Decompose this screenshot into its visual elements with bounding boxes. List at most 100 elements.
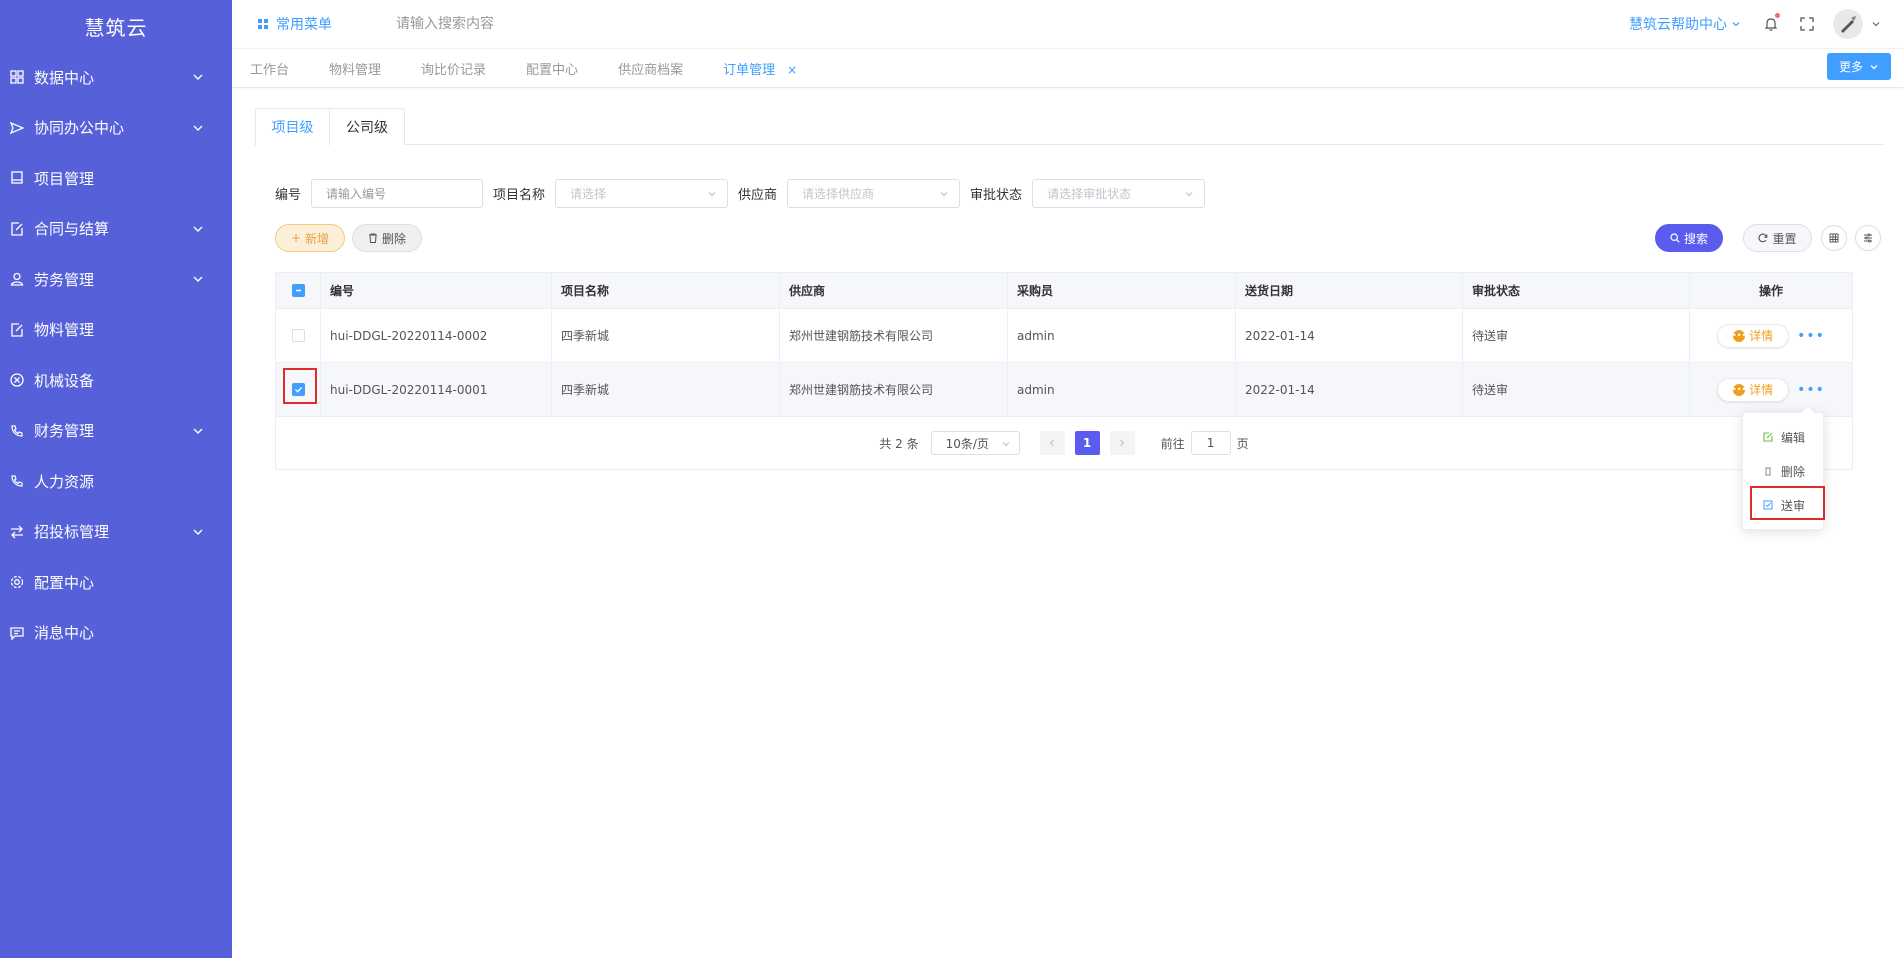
detail-button[interactable]: ••• 详情 bbox=[1717, 377, 1790, 402]
cell-status: 待送审 bbox=[1463, 363, 1690, 416]
chevron-down-icon bbox=[193, 74, 203, 81]
book-icon bbox=[10, 171, 24, 185]
project-label: 项目名称 bbox=[493, 187, 546, 203]
table-row[interactable]: hui-DDGL-20220114-0002 四季新城 郑州世建钢筋技术有限公司… bbox=[276, 309, 1852, 363]
code-input[interactable]: 请输入编号 bbox=[311, 178, 484, 208]
avatar[interactable] bbox=[1833, 9, 1863, 39]
message-icon bbox=[10, 626, 24, 640]
chevron-down-icon bbox=[193, 226, 203, 232]
level-tabs: 项目级 公司级 bbox=[255, 108, 1883, 146]
row-checkbox[interactable] bbox=[291, 329, 305, 342]
sidebar: 慧筑云 数据中心 协同办公中心 项目管理 合同与结算 劳务管理 物料管理 机械设… bbox=[0, 0, 232, 958]
highlight-box bbox=[1750, 486, 1825, 520]
status-select[interactable]: 请选择审批状态 bbox=[1032, 178, 1206, 208]
dashboard-icon bbox=[10, 70, 24, 84]
pagination: 共 2 条 10条/页 1 前往 1 页 bbox=[276, 417, 1852, 469]
column-header: 项目名称 bbox=[552, 273, 780, 308]
bell-icon[interactable] bbox=[1761, 13, 1781, 34]
chevron-down-icon bbox=[940, 191, 948, 196]
edit-icon bbox=[1763, 432, 1773, 442]
notification-dot bbox=[1775, 13, 1780, 18]
phone-icon bbox=[10, 474, 24, 488]
swap-icon bbox=[10, 525, 24, 539]
search-icon bbox=[1670, 233, 1680, 243]
sidebar-item-hr[interactable]: 人力资源 bbox=[0, 456, 232, 507]
add-button-label: 新增 bbox=[305, 231, 330, 246]
more-circle-icon: ••• bbox=[1732, 329, 1747, 342]
supplier-select[interactable]: 请选择供应商 bbox=[787, 178, 961, 208]
fullscreen-icon[interactable] bbox=[1797, 14, 1817, 34]
table-toolbar: + 新增 删除 搜索 重置 bbox=[275, 224, 1881, 254]
sliders-icon bbox=[1864, 233, 1872, 243]
page-number[interactable]: 1 bbox=[1074, 431, 1100, 455]
tag-workbench[interactable]: 工作台 bbox=[250, 59, 289, 78]
sidebar-item-materials[interactable]: 物料管理 bbox=[0, 305, 232, 356]
sidebar-item-label: 数据中心 bbox=[34, 68, 95, 87]
close-icon[interactable]: × bbox=[787, 63, 797, 77]
page-size-value: 10条/页 bbox=[945, 436, 989, 451]
delete-button[interactable]: 删除 bbox=[352, 224, 422, 252]
cell-date: 2022-01-14 bbox=[1236, 309, 1463, 362]
sidebar-item-messages[interactable]: 消息中心 bbox=[0, 608, 232, 659]
sidebar-item-data-center[interactable]: 数据中心 bbox=[0, 52, 232, 103]
chevron-down-icon[interactable] bbox=[1871, 19, 1881, 29]
sidebar-item-labor[interactable]: 劳务管理 bbox=[0, 254, 232, 305]
tag-inquiry-records[interactable]: 询比价记录 bbox=[421, 59, 486, 78]
cell-project: 四季新城 bbox=[552, 363, 780, 416]
more-tags-button[interactable]: 更多 bbox=[1826, 53, 1891, 80]
sidebar-item-label: 合同与结算 bbox=[34, 220, 110, 239]
sidebar-item-finance[interactable]: 财务管理 bbox=[0, 406, 232, 457]
cell-actions: ••• 详情 ••• bbox=[1690, 309, 1852, 362]
sidebar-item-contract[interactable]: 合同与结算 bbox=[0, 204, 232, 255]
add-button[interactable]: + 新增 bbox=[275, 224, 345, 252]
status-label: 审批状态 bbox=[970, 187, 1023, 203]
sidebar-item-label: 消息中心 bbox=[34, 624, 95, 643]
help-center-dropdown[interactable]: 慧筑云帮助中心 bbox=[1629, 14, 1741, 34]
sidebar-item-config[interactable]: 配置中心 bbox=[0, 557, 232, 608]
sidebar-item-project[interactable]: 项目管理 bbox=[0, 153, 232, 204]
sidebar-item-collaboration[interactable]: 协同办公中心 bbox=[0, 103, 232, 154]
goto-page-input[interactable]: 1 bbox=[1190, 431, 1231, 455]
prev-page-button[interactable] bbox=[1039, 431, 1065, 455]
chevron-down-icon bbox=[193, 125, 203, 131]
project-select-placeholder: 请选择 bbox=[570, 186, 607, 201]
row-select-cell bbox=[276, 309, 321, 362]
sidebar-item-bidding[interactable]: 招投标管理 bbox=[0, 507, 232, 558]
page-size-select[interactable]: 10条/页 bbox=[930, 431, 1020, 455]
more-actions-icon[interactable]: ••• bbox=[1797, 328, 1825, 344]
detail-button[interactable]: ••• 详情 bbox=[1717, 323, 1790, 348]
tag-config-center[interactable]: 配置中心 bbox=[526, 59, 578, 78]
detail-button-label: 详情 bbox=[1749, 383, 1774, 397]
sidebar-item-label: 机械设备 bbox=[34, 371, 95, 390]
select-all-checkbox[interactable] bbox=[291, 284, 305, 297]
column-header: 编号 bbox=[321, 273, 552, 308]
project-select[interactable]: 请选择 bbox=[555, 178, 729, 208]
filter-form: 编号 请输入编号 项目名称 请选择 供应商 请选择供应商 审批状态 请选择审批状… bbox=[275, 178, 1215, 208]
reset-button[interactable]: 重置 bbox=[1743, 224, 1812, 252]
tag-order-management[interactable]: 订单管理 × bbox=[723, 59, 797, 78]
select-all-cell bbox=[276, 273, 321, 308]
chevron-down-icon bbox=[193, 428, 203, 434]
trash-icon bbox=[1765, 467, 1771, 476]
top-header: 常用菜单 慧筑云帮助中心 bbox=[232, 0, 1903, 48]
sidebar-item-label: 财务管理 bbox=[34, 422, 95, 441]
goto-suffix: 页 bbox=[1236, 436, 1249, 451]
tab-project-level[interactable]: 项目级 bbox=[255, 108, 330, 146]
more-actions-icon[interactable]: ••• bbox=[1797, 382, 1825, 398]
delete-menu-item[interactable]: 删除 bbox=[1743, 455, 1825, 487]
edit-menu-item[interactable]: 编辑 bbox=[1743, 421, 1825, 453]
tag-materials[interactable]: 物料管理 bbox=[329, 59, 381, 78]
global-search-input[interactable] bbox=[396, 16, 596, 32]
tab-company-level[interactable]: 公司级 bbox=[329, 108, 405, 145]
filter-toggle-button[interactable] bbox=[1855, 225, 1881, 251]
user-icon bbox=[10, 272, 24, 286]
column-settings-button[interactable] bbox=[1821, 225, 1847, 251]
next-page-button[interactable] bbox=[1109, 431, 1135, 455]
sidebar-item-label: 招投标管理 bbox=[34, 523, 110, 542]
tag-supplier-archive[interactable]: 供应商档案 bbox=[618, 59, 683, 78]
search-button[interactable]: 搜索 bbox=[1655, 224, 1723, 252]
table-row[interactable]: hui-DDGL-20220114-0001 四季新城 郑州世建钢筋技术有限公司… bbox=[276, 363, 1852, 417]
sidebar-item-label: 项目管理 bbox=[34, 169, 95, 188]
quick-menu-button[interactable]: 常用菜单 bbox=[258, 14, 332, 34]
sidebar-item-machinery[interactable]: 机械设备 bbox=[0, 355, 232, 406]
